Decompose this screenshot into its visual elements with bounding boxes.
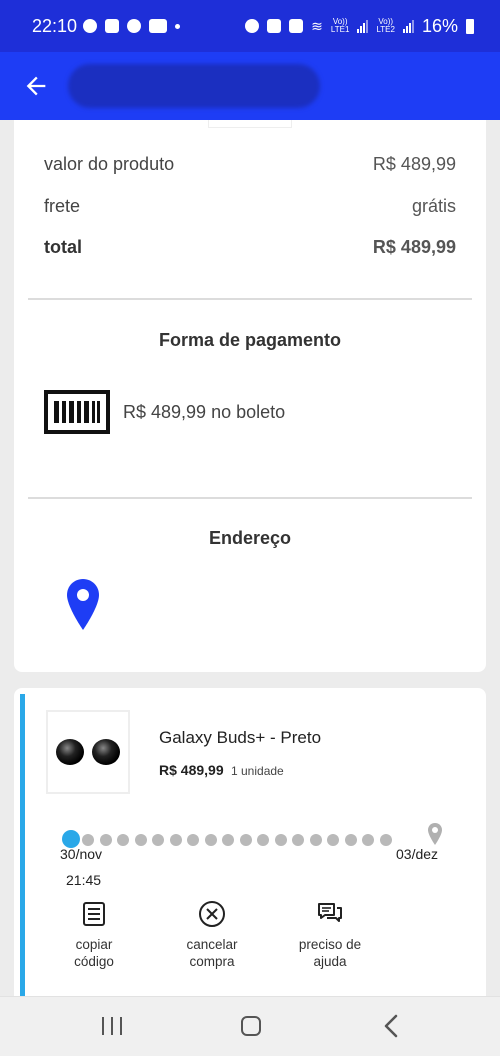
progress-dot [187, 834, 199, 846]
whatsapp-icon [127, 19, 142, 33]
divider [28, 298, 472, 300]
app-bar [0, 52, 500, 120]
need-help-label-2: ajuda [313, 954, 347, 969]
cancel-order-label-1: cancelar [186, 937, 238, 952]
chat-icon [318, 903, 342, 922]
nav-back-icon[interactable] [384, 1014, 398, 1038]
earbud-right [92, 739, 120, 765]
spotify-icon [83, 19, 98, 33]
order-summary-card: valor do produto R$ 489,99 frete grátis … [14, 120, 486, 672]
back-arrow-icon[interactable] [22, 72, 50, 100]
cancel-order-label-2: compra [189, 954, 235, 969]
more-notifications-icon [175, 23, 181, 29]
status-accent-bar [20, 694, 25, 1008]
progress-dot [152, 834, 164, 846]
copy-code-label-1: copiar [75, 937, 113, 952]
alarm-icon [245, 19, 260, 33]
progress-dot [309, 834, 322, 846]
lte1-text: LTE1 [330, 25, 350, 34]
progress-dot [99, 834, 112, 846]
product-value-label: valor do produto [44, 154, 175, 174]
total-value: R$ 489,99 [372, 237, 456, 257]
mute-icon [267, 19, 282, 33]
progress-dot [344, 834, 357, 846]
progress-dot [169, 834, 182, 846]
product-value-amount: R$ 489,99 [372, 154, 456, 174]
product-value-row: valor do produto R$ 489,99 [44, 154, 456, 175]
location-pin-icon [67, 579, 99, 630]
system-icons: ≋ Vo)) LTE1 Vo)) LTE2 16% [245, 16, 474, 37]
product-name[interactable]: Galaxy Buds+ - Preto [159, 728, 321, 748]
cancel-order-button[interactable]: cancelar compra [162, 900, 262, 970]
list-icon [83, 902, 105, 926]
product-quantity: 1 unidade [231, 764, 284, 778]
progress-dot [82, 834, 94, 846]
battery-icon [466, 18, 474, 34]
lte1-label: Vo)) LTE1 [331, 18, 350, 34]
end-date: 03/dez [396, 846, 439, 862]
home-icon[interactable] [241, 1016, 261, 1036]
start-date: 30/nov [60, 846, 103, 862]
lte2-text: LTE2 [376, 25, 395, 34]
product-price: R$ 489,99 [159, 762, 224, 778]
progress-dot [239, 834, 252, 846]
delivery-progress [62, 823, 452, 856]
youtube-icon [149, 19, 168, 33]
signal-1-icon [357, 19, 369, 33]
total-label: total [44, 237, 82, 257]
status-time: 22:10 [32, 15, 78, 36]
status-bar: 22:10 ≋ Vo)) LTE1 Vo)) LTE2 16% [0, 0, 500, 52]
barcode-bars [54, 401, 100, 423]
product-thumbnail[interactable] [46, 710, 130, 794]
redacted-title [68, 64, 320, 108]
address-title: Endereço [208, 528, 292, 548]
need-help-label-1: preciso de [298, 937, 362, 952]
copy-code-button[interactable]: copiar código [44, 900, 144, 970]
lte2-label: Vo)) LTE2 [376, 18, 395, 34]
image-stub [208, 120, 292, 128]
wifi-icon: ≋ [311, 17, 323, 34]
progress-dot [379, 834, 392, 846]
divider [28, 497, 472, 499]
progress-dot [292, 834, 304, 846]
earbud-left [56, 739, 84, 765]
progress-dot [327, 834, 339, 846]
system-nav-bar [0, 996, 500, 1056]
need-help-button[interactable]: preciso de ajuda [280, 900, 380, 970]
progress-dot [134, 834, 147, 846]
progress-dot [117, 834, 129, 846]
battery-percent: 16% [421, 15, 458, 36]
progress-dot [257, 834, 269, 846]
payment-text: R$ 489,99 no boleto [123, 402, 286, 422]
signal-2-icon [402, 19, 414, 33]
destination-pin-icon [428, 823, 442, 845]
progress-dot [274, 834, 287, 846]
progress-dot [204, 834, 217, 846]
shipping-label: frete [44, 196, 81, 216]
progress-dot [362, 834, 374, 846]
order-card[interactable]: Galaxy Buds+ - Preto R$ 489,99 1 unidade… [14, 688, 486, 1008]
shipping-value: grátis [411, 196, 456, 216]
total-row: total R$ 489,99 [44, 237, 456, 258]
progress-dot [222, 834, 234, 846]
recent-apps-icon[interactable] [102, 1017, 122, 1035]
shipping-row: frete grátis [44, 196, 456, 217]
cancel-circle-icon [199, 901, 225, 927]
notification-icons [83, 19, 181, 33]
barcode-icon [44, 390, 110, 434]
start-time: 21:45 [66, 872, 102, 888]
payment-title: Forma de pagamento [158, 330, 342, 350]
message-icon [105, 19, 120, 33]
copy-code-label-2: código [74, 954, 114, 969]
battery-saver-icon [289, 19, 304, 33]
